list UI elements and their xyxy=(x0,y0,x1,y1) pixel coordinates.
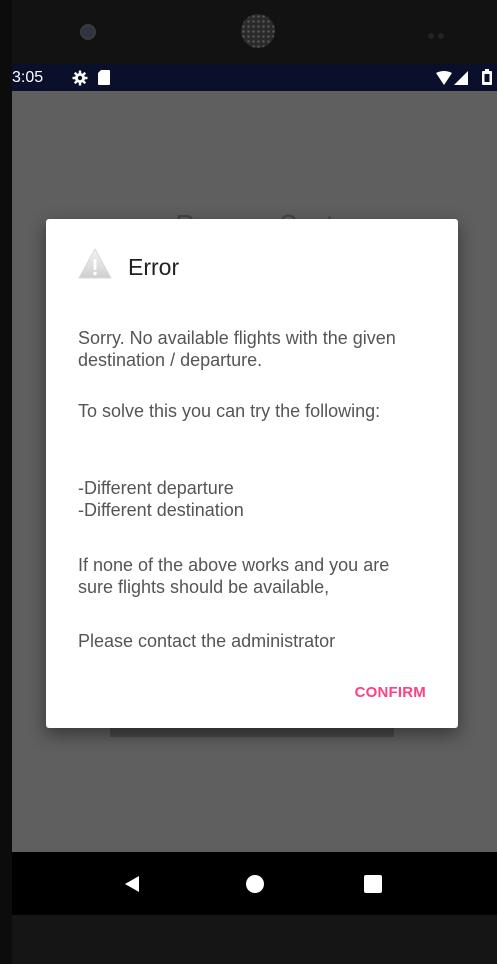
battery-icon xyxy=(482,69,492,85)
bottom-bezel xyxy=(12,915,497,964)
confirm-button[interactable]: CONFIRM xyxy=(355,680,426,705)
back-icon[interactable] xyxy=(122,874,142,894)
warning-icon xyxy=(78,248,112,279)
dialog-message-line: To solve this you can try the following: xyxy=(78,401,381,421)
device-frame: 3:05 Reserve Seat xyxy=(0,0,497,964)
proximity-sensors xyxy=(428,26,456,39)
dialog-message-line: Please contact the administrator xyxy=(78,631,336,651)
wifi-icon xyxy=(436,71,452,85)
status-time: 3:05 xyxy=(12,69,44,86)
status-bar: 3:05 xyxy=(12,64,497,91)
top-bezel xyxy=(12,0,497,64)
dialog-message-line: Sorry. No available flights with the giv… xyxy=(78,328,396,370)
dialog-message-line: If none of the above works and you are s… xyxy=(78,555,390,597)
device-edge xyxy=(0,0,12,964)
navigation-bar xyxy=(12,852,497,915)
gear-icon xyxy=(72,70,88,86)
dialog-title: Error xyxy=(128,254,180,280)
dialog-message-line: -Different departure -Different destinat… xyxy=(78,478,244,520)
front-camera xyxy=(80,24,96,40)
earpiece-speaker xyxy=(241,14,275,48)
error-dialog: Error Sorry. No available flights with t… xyxy=(46,219,458,728)
recents-icon[interactable] xyxy=(364,875,382,893)
signal-icon xyxy=(454,71,468,85)
sd-card-icon xyxy=(98,70,110,85)
home-icon[interactable] xyxy=(246,875,264,893)
